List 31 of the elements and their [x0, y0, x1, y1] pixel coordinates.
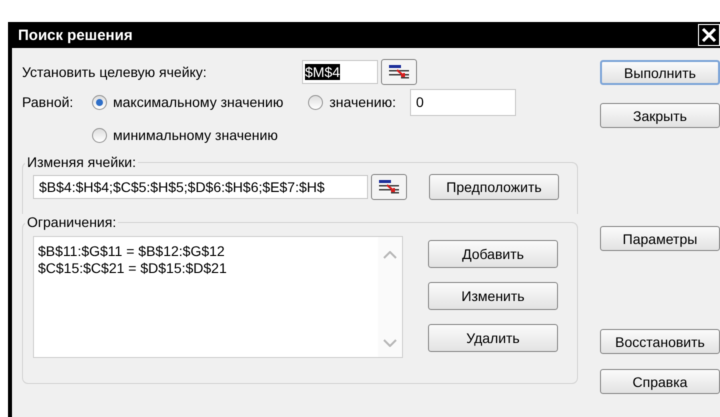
dialog-button[interactable]: Восстановить: [600, 329, 720, 354]
radio-label[interactable]: минимальному значению: [113, 127, 278, 143]
target-cell-label: Установить целевую ячейку:: [22, 64, 208, 80]
target-cell-field[interactable]: $M$4: [302, 60, 378, 84]
dialog-button[interactable]: Параметры: [600, 226, 720, 251]
grid-arrow-icon[interactable]: [377, 178, 401, 196]
changing-cells-label: Изменяя ячейки:: [26, 154, 137, 170]
value-field[interactable]: 0: [410, 88, 516, 116]
constraint-button[interactable]: Изменить: [428, 282, 558, 310]
constraint-item[interactable]: $B$11:$G$11 = $B$12:$G$12: [38, 243, 374, 260]
constraints-label: Ограничения:: [26, 214, 118, 230]
dialog-button[interactable]: Закрыть: [600, 103, 720, 128]
radio-label[interactable]: значению:: [329, 94, 396, 110]
grid-arrow-icon[interactable]: [387, 63, 411, 81]
radio-label[interactable]: максимальному значению: [113, 94, 284, 110]
dialog-button[interactable]: Выполнить: [600, 60, 720, 85]
constraint-button[interactable]: Добавить: [428, 240, 558, 268]
close-icon[interactable]: [698, 24, 720, 46]
constraint-button[interactable]: Удалить: [428, 324, 558, 352]
window-title: Поиск решения: [18, 26, 133, 44]
guess-button[interactable]: Предположить: [429, 174, 559, 200]
equal-to-label: Равной:: [22, 94, 74, 110]
dialog-button[interactable]: Справка: [600, 369, 720, 394]
radio-button[interactable]: [92, 94, 107, 110]
range-picker-button[interactable]: [381, 59, 417, 85]
changing-cells-field[interactable]: $B$4:$H$4;$C$5:$H$5;$D$6:$H$6;$E$7:$H$: [33, 175, 368, 199]
constraints-list[interactable]: $B$11:$G$11 = $B$12:$G$12 $C$15:$C$21 = $D$15:$D$21: [33, 236, 403, 358]
range-picker-button[interactable]: [371, 174, 407, 200]
constraint-item[interactable]: $C$15:$C$21 = $D$15:$D$21: [38, 260, 374, 277]
radio-button[interactable]: [92, 128, 107, 142]
radio-button[interactable]: [308, 94, 324, 110]
